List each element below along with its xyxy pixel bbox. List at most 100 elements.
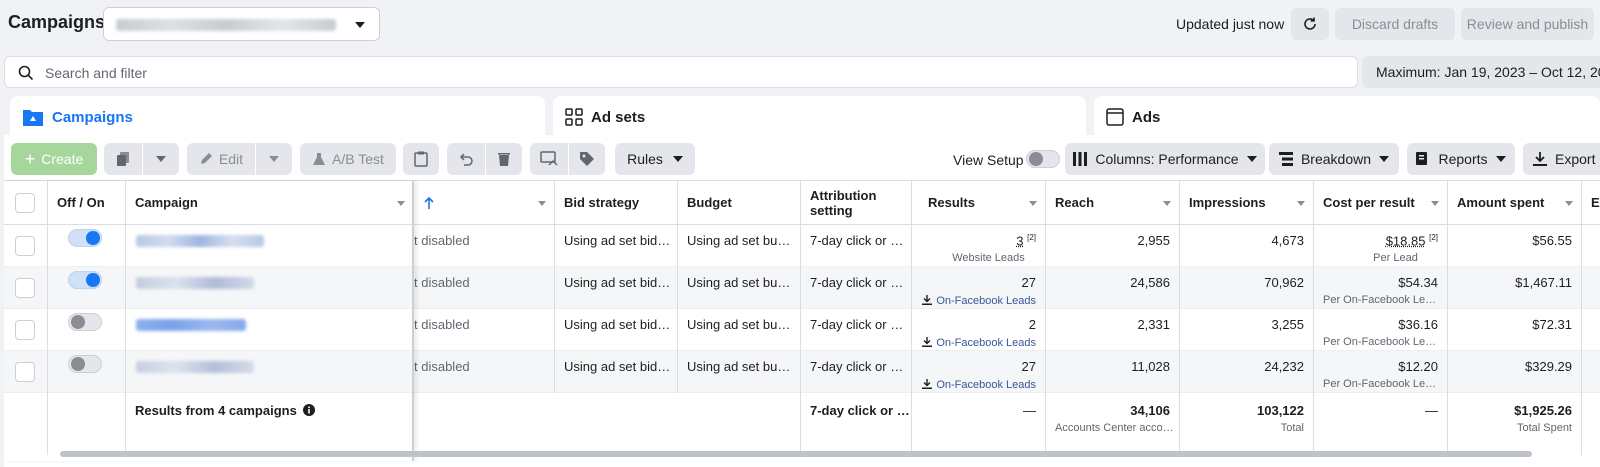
horizontal-scrollbar[interactable]: [60, 451, 1532, 457]
clipboard-icon: [414, 151, 428, 167]
cost-per-result-cell: $12.20 Per On-Facebook Le…: [1314, 351, 1448, 393]
chevron-down-icon: [355, 22, 365, 28]
bid-strategy-cell: Using ad set bid…: [555, 225, 678, 267]
table-row[interactable]: t disabled Using ad set bid… Using ad se…: [4, 309, 1600, 351]
tab-label: Campaigns: [52, 109, 133, 126]
campaign-on-off-toggle[interactable]: [68, 313, 102, 331]
toggle-knob: [86, 231, 100, 245]
breakdown-button[interactable]: Breakdown: [1269, 143, 1399, 175]
campaign-name-redacted[interactable]: [136, 235, 264, 247]
clipboard-button[interactable]: [403, 143, 439, 175]
campaign-name-redacted[interactable]: [136, 361, 254, 373]
row-checkbox[interactable]: [15, 236, 35, 256]
preview-button[interactable]: [530, 143, 568, 175]
create-button[interactable]: + Create: [11, 143, 97, 175]
create-label: Create: [41, 151, 83, 167]
row-checkbox[interactable]: [15, 278, 35, 298]
tab-ads[interactable]: Ads: [1094, 96, 1600, 138]
header-delivery[interactable]: [414, 181, 555, 225]
campaign-name-cell[interactable]: [126, 351, 414, 393]
campaign-name-redacted[interactable]: [136, 277, 254, 289]
table-row[interactable]: t disabled Using ad set bid… Using ad se…: [4, 267, 1600, 309]
budget-cell: Using ad set bu…: [678, 351, 801, 393]
header-bid-strategy[interactable]: Bid strategy: [555, 181, 678, 225]
table-row[interactable]: t disabled Using ad set bid… Using ad se…: [4, 351, 1600, 393]
results-type-label: On-Facebook Leads: [936, 295, 1036, 307]
results-type-label: Website Leads: [921, 252, 1036, 264]
results-type-link[interactable]: On-Facebook Leads: [921, 295, 1036, 307]
campaign-name-cell[interactable]: [126, 225, 414, 267]
download-icon: [922, 379, 932, 389]
header-attribution[interactable]: Attribution setting: [801, 181, 912, 225]
delete-button[interactable]: [486, 143, 522, 175]
tab-campaigns[interactable]: Campaigns: [10, 96, 545, 138]
info-icon[interactable]: [303, 404, 315, 416]
campaign-on-off-toggle[interactable]: [68, 229, 102, 247]
account-selector[interactable]: [103, 7, 380, 41]
view-setup-toggle[interactable]: [1026, 150, 1060, 168]
amount-spent-cell: $56.55: [1448, 225, 1582, 267]
totals-amount-spent: $1,925.26 Total Spent: [1448, 393, 1582, 455]
header-impressions[interactable]: Impressions: [1180, 181, 1314, 225]
edit-button[interactable]: Edit: [187, 143, 255, 175]
tab-ad-sets[interactable]: Ad sets: [553, 96, 1086, 138]
header-budget[interactable]: Budget: [678, 181, 801, 225]
campaign-on-off-toggle[interactable]: [68, 355, 102, 373]
refresh-button[interactable]: [1291, 8, 1329, 40]
header-next-column[interactable]: En: [1582, 181, 1600, 225]
download-icon: [922, 337, 932, 347]
discard-drafts-button[interactable]: Discard drafts: [1335, 8, 1455, 40]
campaign-on-off-toggle[interactable]: [68, 271, 102, 289]
reports-button[interactable]: Reports: [1407, 143, 1515, 175]
results-value: 27: [1022, 359, 1036, 374]
reports-label: Reports: [1438, 151, 1487, 167]
header-cost-per-result[interactable]: Cost per result: [1314, 181, 1448, 225]
totals-empty: [414, 393, 801, 455]
duplicate-button[interactable]: [104, 143, 142, 175]
campaign-name-cell[interactable]: [126, 267, 414, 309]
delivery-cell: t disabled: [414, 351, 555, 393]
budget-cell: Using ad set bu…: [678, 309, 801, 351]
row-toggle-cell: [48, 267, 126, 309]
rules-button[interactable]: Rules: [615, 143, 695, 175]
duplicate-dropdown[interactable]: [143, 143, 179, 175]
edit-dropdown[interactable]: [256, 143, 292, 175]
results-cell: 27 On-Facebook Leads: [912, 351, 1046, 393]
select-all-checkbox[interactable]: [15, 193, 35, 213]
rules-label: Rules: [627, 151, 663, 167]
export-button[interactable]: Export: [1523, 143, 1600, 175]
tag-button[interactable]: [569, 143, 605, 175]
row-checkbox[interactable]: [15, 362, 35, 382]
results-type-link[interactable]: On-Facebook Leads: [921, 379, 1036, 391]
search-input[interactable]: [45, 63, 1335, 83]
campaign-name-redacted[interactable]: [136, 319, 246, 331]
reach-cell: 24,586: [1046, 267, 1180, 309]
cpr-type-label: Per On-Facebook Le…: [1323, 294, 1438, 306]
columns-button[interactable]: Columns: Performance: [1065, 143, 1265, 175]
header-results[interactable]: Results: [912, 181, 1046, 225]
sort-menu-icon: [1163, 201, 1171, 206]
undo-button[interactable]: [447, 143, 485, 175]
amount-spent-cell: $329.29: [1448, 351, 1582, 393]
date-range-picker[interactable]: Maximum: Jan 19, 2023 – Oct 12, 2023: [1362, 56, 1600, 88]
results-cell: 27 On-Facebook Leads: [912, 267, 1046, 309]
breakdown-icon: [1279, 152, 1293, 166]
cpr-value: $18.85: [1386, 233, 1426, 248]
search-bar: [4, 56, 1358, 88]
breakdown-label: Breakdown: [1301, 151, 1371, 167]
header-reach[interactable]: Reach: [1046, 181, 1180, 225]
row-checkbox[interactable]: [15, 320, 35, 340]
cost-per-result-cell: $54.34 Per On-Facebook Le…: [1314, 267, 1448, 309]
header-amount-spent[interactable]: Amount spent: [1448, 181, 1582, 225]
ab-test-button[interactable]: A/B Test: [300, 143, 396, 175]
review-publish-button[interactable]: Review and publish: [1461, 8, 1594, 40]
totals-reach-sub: Accounts Center acco…: [1055, 422, 1170, 434]
page-title: Campaigns: [8, 12, 105, 33]
campaign-name-cell[interactable]: [126, 309, 414, 351]
header-label: Impressions: [1189, 195, 1266, 210]
trash-icon: [497, 151, 511, 167]
header-campaign[interactable]: Campaign: [126, 181, 414, 225]
edit-label: Edit: [219, 151, 243, 167]
results-type-link[interactable]: On-Facebook Leads: [921, 337, 1036, 349]
table-row[interactable]: t disabled Using ad set bid… Using ad se…: [4, 225, 1600, 267]
